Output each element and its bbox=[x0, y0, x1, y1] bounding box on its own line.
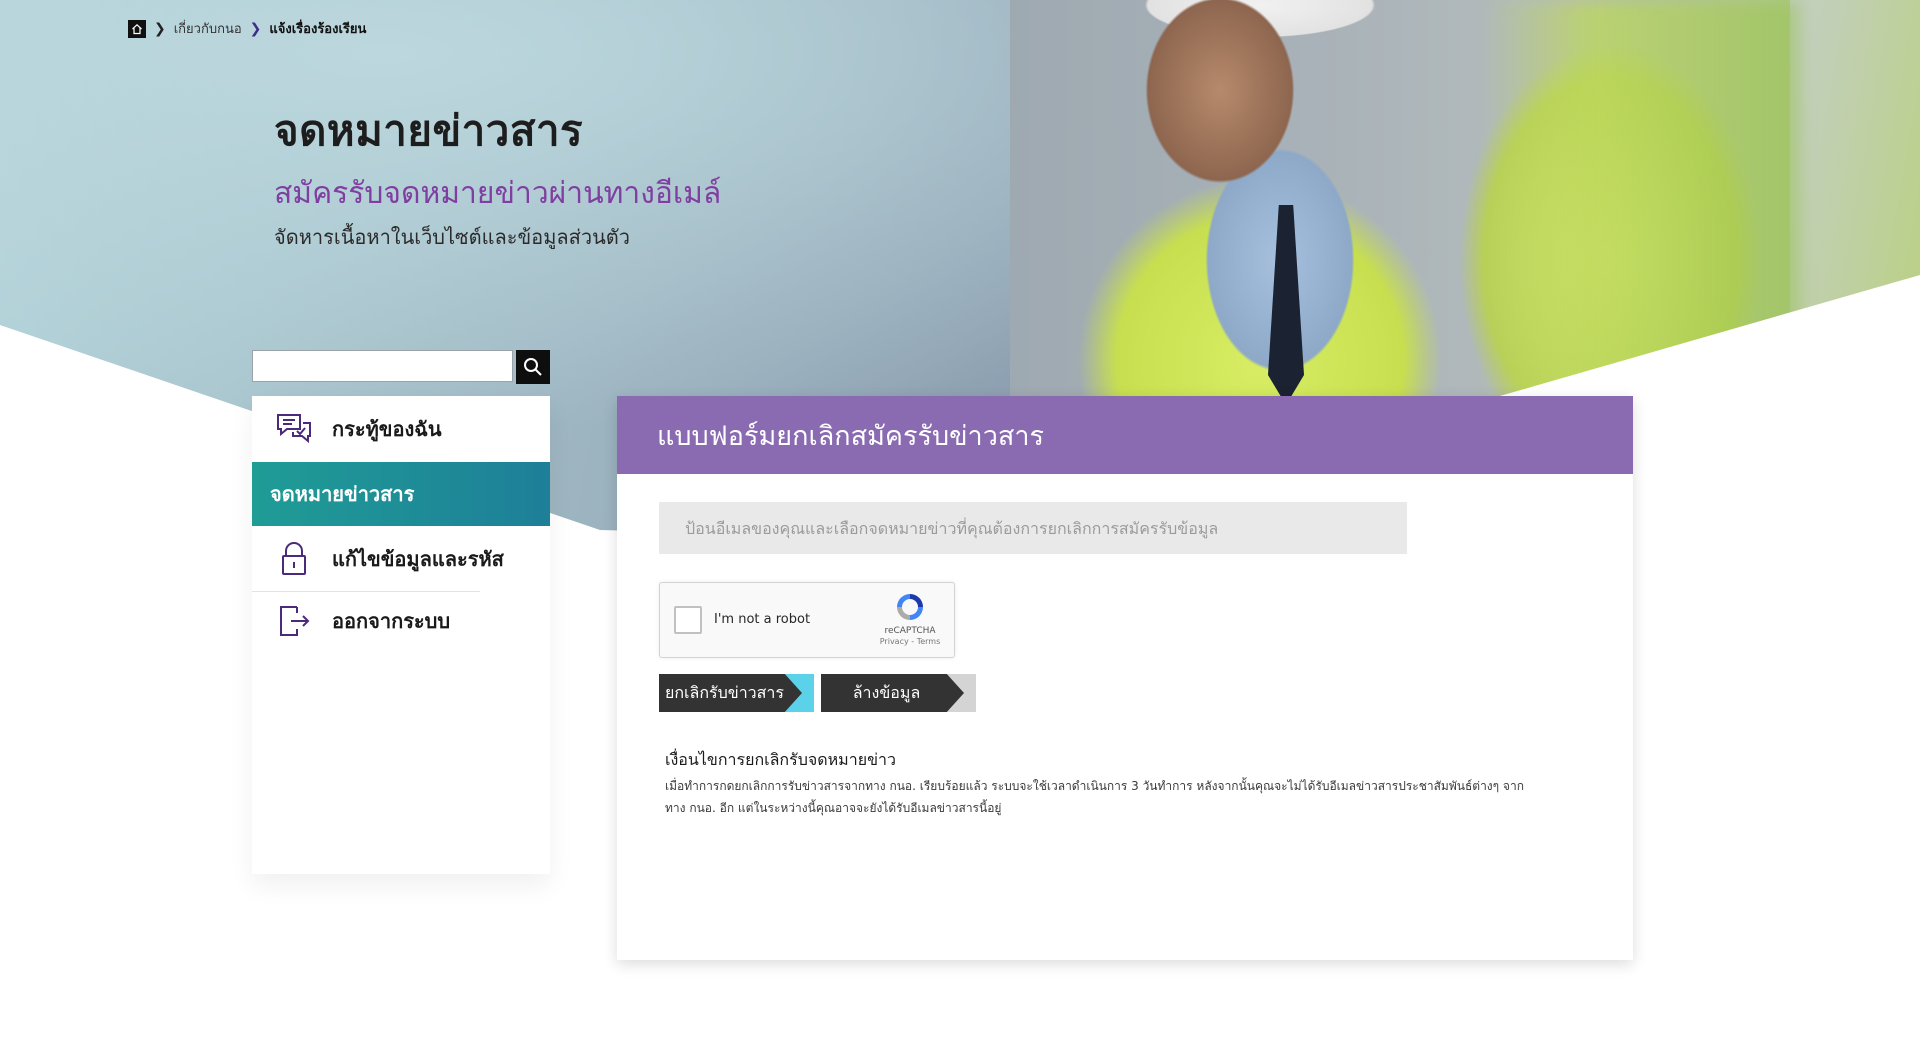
recaptcha-widget: I'm not a robot reCAPTCHA Privacy - Term… bbox=[659, 582, 955, 658]
recaptcha-privacy-terms[interactable]: Privacy - Terms bbox=[878, 637, 942, 646]
recaptcha-logo: reCAPTCHA Privacy - Terms bbox=[878, 591, 942, 646]
page-description: จัดหารเนื้อหาในเว็บไซต์และข้อมูลส่วนตัว bbox=[274, 225, 630, 249]
unsubscribe-terms: เงื่อนไขการยกเลิกรับจดหมายข่าว เมื่อทำกา… bbox=[665, 748, 1525, 819]
terms-body: เมื่อทำการกดยกเลิกการรับข่าวสารจากทาง กน… bbox=[665, 779, 1524, 815]
recaptcha-label: I'm not a robot bbox=[714, 612, 811, 627]
search-input[interactable] bbox=[252, 350, 513, 382]
breadcrumb-current[interactable]: แจ้งเรื่องร้องเรียน bbox=[269, 18, 366, 39]
form-title: แบบฟอร์มยกเลิกสมัครรับข่าวสาร bbox=[617, 396, 1633, 474]
unsubscribe-button-label: ยกเลิกรับข่าวสาร bbox=[659, 674, 802, 712]
photo-tie-detail bbox=[1268, 205, 1304, 405]
email-field[interactable] bbox=[659, 502, 1407, 554]
sidebar-item-label: ออกจากระบบ bbox=[332, 609, 451, 633]
clear-button-label: ล้างข้อมูล bbox=[821, 674, 964, 712]
home-icon[interactable] bbox=[128, 19, 146, 38]
unsubscribe-button[interactable]: ยกเลิกรับข่าวสาร bbox=[659, 674, 814, 712]
recaptcha-icon bbox=[897, 594, 923, 620]
recaptcha-checkbox[interactable] bbox=[674, 606, 702, 634]
search-button[interactable] bbox=[516, 350, 550, 384]
sidebar-item-logout[interactable]: ออกจากระบบ bbox=[252, 592, 550, 650]
search-icon bbox=[524, 358, 542, 376]
page-heading: จดหมายข่าวสาร สมัครรับจดหมายข่าวผ่านทางอ… bbox=[274, 98, 721, 253]
breadcrumb-separator-icon: ❯ bbox=[249, 20, 262, 37]
sidebar-item-label: จดหมายข่าวสาร bbox=[270, 482, 415, 506]
breadcrumb-about[interactable]: เกี่ยวกับกนอ bbox=[174, 18, 242, 39]
sidebar-item-my-threads[interactable]: กระทู้ของฉัน bbox=[252, 396, 550, 462]
page-subtitle: สมัครรับจดหมายข่าวผ่านทางอีเมล์ bbox=[274, 176, 722, 211]
lock-icon bbox=[274, 539, 314, 579]
sidebar-item-label: กระทู้ของฉัน bbox=[332, 417, 442, 441]
logout-icon bbox=[274, 601, 314, 641]
sidebar-item-label: แก้ไขข้อมูลและรหัส bbox=[332, 547, 504, 571]
account-sidebar: กระทู้ของฉัน จดหมายข่าวสาร แก้ไขข้อมูลแล… bbox=[252, 396, 550, 874]
clear-button[interactable]: ล้างข้อมูล bbox=[821, 674, 976, 712]
chat-bubbles-icon bbox=[274, 409, 314, 449]
breadcrumb-separator-icon: ❯ bbox=[154, 20, 166, 37]
breadcrumb: ❯ เกี่ยวกับกนอ ❯ แจ้งเรื่องร้องเรียน bbox=[128, 18, 366, 39]
unsubscribe-form-card: แบบฟอร์มยกเลิกสมัครรับข่าวสาร I'm not a … bbox=[617, 396, 1633, 960]
sidebar-search bbox=[252, 350, 550, 384]
recaptcha-brand: reCAPTCHA bbox=[884, 626, 936, 636]
terms-title: เงื่อนไขการยกเลิกรับจดหมายข่าว bbox=[665, 750, 896, 769]
sidebar-item-newsletter[interactable]: จดหมายข่าวสาร bbox=[252, 462, 550, 526]
page-title: จดหมายข่าวสาร bbox=[274, 106, 584, 155]
sidebar-item-edit-profile[interactable]: แก้ไขข้อมูลและรหัส bbox=[252, 526, 550, 592]
